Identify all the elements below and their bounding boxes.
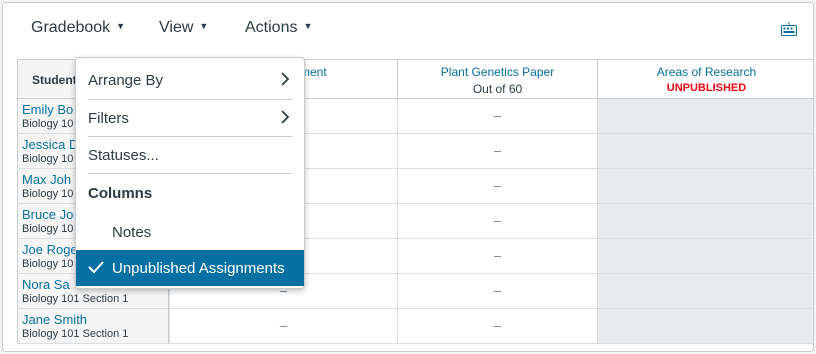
menu-item-label: Statuses... (88, 146, 159, 164)
menu-group-label: Columns (88, 184, 153, 202)
grade-cell[interactable]: – (397, 99, 597, 133)
toolbar: Gradebook ▼ View ▼ Actions ▼ (3, 3, 813, 57)
assignment-title[interactable]: Plant Genetics Paper (398, 65, 597, 79)
menu-group-columns: Columns (76, 175, 304, 211)
grade-cell[interactable]: – (397, 169, 597, 203)
gradebook-label: Gradebook (31, 19, 111, 36)
caret-down-icon: ▼ (199, 21, 209, 31)
menu-item-label: Unpublished Assignments (112, 259, 285, 277)
view-label: View (159, 19, 194, 36)
grade-cell-disabled (597, 99, 813, 133)
student-section: Biology 10 (22, 118, 74, 130)
student-name-link[interactable]: Max Joh (22, 172, 71, 187)
grade-cell[interactable]: – (169, 309, 397, 343)
menu-item-label: Arrange By (88, 71, 164, 89)
grade-cell[interactable]: – (397, 309, 597, 343)
student-name-link[interactable]: Jessica D (22, 137, 78, 152)
points-possible: Out of 60 (472, 82, 523, 96)
student-cell: Jane Smith Biology 101 Section 1 (17, 309, 169, 343)
view-dropdown-menu: Arrange By Filters Statuses... Columns N… (75, 57, 305, 289)
student-name-link[interactable]: Emily Bo (22, 102, 73, 117)
areas-of-research-column-header[interactable]: Areas of Research UNPUBLISHED (597, 59, 813, 99)
gradebook-menu-button[interactable]: Gradebook ▼ (31, 19, 125, 37)
gradebook-window: Gradebook ▼ View ▼ Actions ▼ Student men… (2, 2, 814, 352)
caret-down-icon: ▼ (116, 21, 126, 31)
student-section: Biology 10 (22, 188, 74, 200)
menu-item-notes[interactable]: Notes (76, 214, 304, 250)
unpublished-badge: UNPUBLISHED (666, 82, 747, 94)
student-section: Biology 101 Section 1 (22, 293, 129, 305)
caret-down-icon: ▼ (303, 21, 313, 31)
actions-menu-button[interactable]: Actions ▼ (245, 19, 312, 37)
checkmark-icon (88, 261, 104, 274)
grade-cell[interactable]: – (397, 204, 597, 238)
actions-label: Actions (245, 19, 298, 36)
student-section: Biology 10 (22, 223, 74, 235)
menu-item-filters[interactable]: Filters (76, 100, 304, 136)
assignment-title[interactable]: Areas of Research (598, 65, 813, 79)
student-section: Biology 10 (22, 153, 74, 165)
grade-cell[interactable]: – (397, 274, 597, 308)
grade-cell[interactable]: – (397, 239, 597, 273)
view-menu-button[interactable]: View ▼ (159, 19, 208, 37)
grade-cell-disabled (597, 309, 813, 343)
student-header-label: Student (32, 73, 77, 87)
student-name-link[interactable]: Jane Smith (22, 312, 87, 327)
student-name-link[interactable]: Nora Sa (22, 277, 70, 292)
student-name-link[interactable]: Joe Roge (22, 242, 78, 257)
grade-cell[interactable]: – (397, 134, 597, 168)
grade-cell-disabled (597, 204, 813, 238)
student-section: Biology 101 Section 1 (22, 328, 129, 340)
chevron-right-icon (281, 72, 290, 86)
grade-cell-disabled (597, 169, 813, 203)
menu-item-label: Filters (88, 109, 129, 127)
chevron-right-icon (281, 110, 290, 124)
plant-genetics-column-header[interactable]: Plant Genetics Paper Out of 60 (397, 59, 597, 99)
menu-item-label: Notes (112, 223, 152, 241)
grade-cell-disabled (597, 239, 813, 273)
grade-cell-disabled (597, 274, 813, 308)
student-name-link[interactable]: Bruce Jo (22, 207, 73, 222)
grade-cell-disabled (597, 134, 813, 168)
menu-item-statuses[interactable]: Statuses... (76, 137, 304, 173)
student-section: Biology 10 (22, 258, 74, 270)
menu-item-unpublished-assignments[interactable]: Unpublished Assignments (76, 250, 304, 286)
menu-separator (88, 173, 292, 174)
menu-item-arrange-by[interactable]: Arrange By (76, 62, 304, 98)
keyboard-shortcuts-icon[interactable] (781, 22, 797, 36)
table-row: Jane Smith Biology 101 Section 1 – – (17, 309, 813, 344)
